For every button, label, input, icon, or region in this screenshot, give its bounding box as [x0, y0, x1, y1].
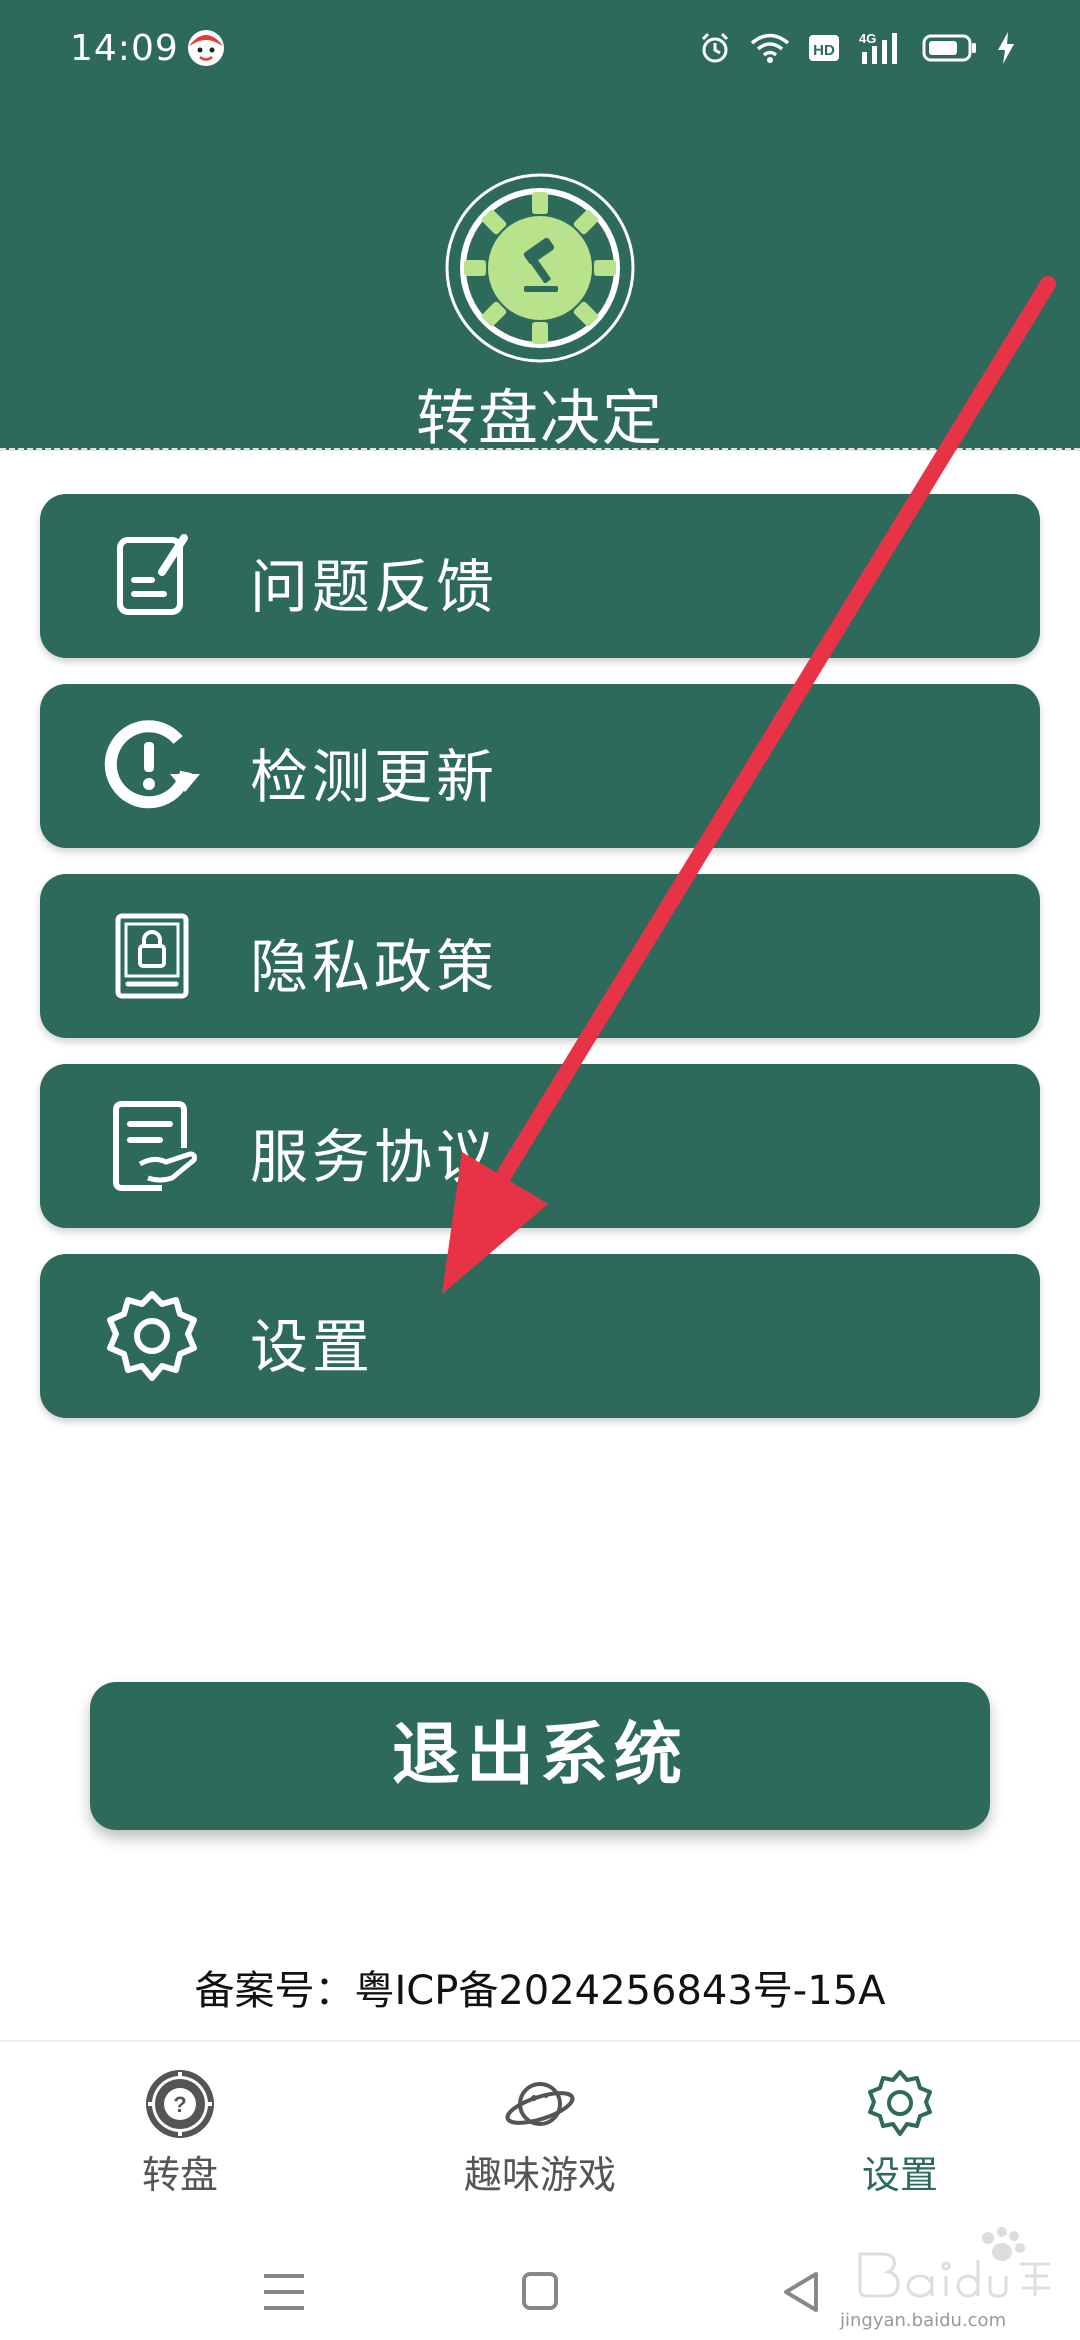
nav-tab-fun-games[interactable]: 趣味游戏	[360, 2042, 720, 2242]
feedback-icon	[100, 524, 204, 628]
privacy-icon	[100, 904, 204, 1008]
menu-item-privacy-policy[interactable]: 隐私政策	[40, 874, 1040, 1038]
back-triangle-icon[interactable]	[772, 2270, 832, 2314]
gear-icon	[864, 2068, 936, 2140]
nav-tab-wheel[interactable]: ? 转盘	[0, 2042, 360, 2242]
battery-icon	[922, 33, 978, 63]
baidu-watermark-logo	[850, 2224, 1060, 2304]
alarm-icon	[698, 31, 732, 65]
update-icon	[100, 714, 204, 818]
menu-label-service-agreement: 服务协议	[250, 1123, 499, 1191]
menu-item-service-agreement[interactable]: 服务协议	[40, 1064, 1040, 1228]
logout-button[interactable]: 退出系统	[90, 1682, 990, 1830]
menu-label-check-update: 检测更新	[250, 743, 499, 811]
nav-label-settings: 设置	[861, 2153, 938, 2197]
wheel-icon: ?	[144, 2068, 216, 2140]
icp-record-text: 备案号：粤ICP备2024256843号-15A	[194, 1968, 886, 2014]
status-bar: 14:09 HD 4G	[0, 0, 1080, 96]
app-logo	[444, 172, 636, 364]
settings-icon	[100, 1284, 204, 1388]
status-icons: HD 4G	[698, 26, 1016, 70]
svg-text:?: ?	[173, 2092, 186, 2117]
nav-tab-settings[interactable]: 设置	[720, 2042, 1080, 2242]
signal-4g-icon: 4G	[858, 30, 904, 66]
home-square-icon[interactable]	[510, 2270, 570, 2314]
menu-lines-icon[interactable]	[254, 2270, 314, 2314]
menu-item-feedback[interactable]: 问题反馈	[40, 494, 1040, 658]
menu-item-check-update[interactable]: 检测更新	[40, 684, 1040, 848]
menu-label-settings: 设置	[250, 1313, 375, 1381]
nav-label-wheel: 转盘	[141, 2153, 218, 2197]
app-title: 转盘决定	[416, 384, 664, 454]
planet-icon	[504, 2068, 576, 2140]
watermark-text: jingyan.baidu.com	[840, 2310, 1007, 2331]
svg-text:HD: HD	[813, 42, 835, 59]
wifi-icon	[750, 32, 790, 64]
avatar-icon	[186, 28, 226, 68]
status-time: 14:09	[70, 28, 179, 69]
hd-icon: HD	[808, 32, 840, 64]
bottom-navigation: ? 转盘 趣味游戏 设置	[0, 2040, 1080, 2242]
menu-item-settings[interactable]: 设置	[40, 1254, 1040, 1418]
nav-label-fun-games: 趣味游戏	[463, 2153, 616, 2197]
charging-icon	[996, 31, 1016, 65]
svg-text:4G: 4G	[859, 31, 876, 46]
agreement-icon	[100, 1094, 204, 1198]
menu-label-privacy-policy: 隐私政策	[250, 933, 499, 1001]
menu-label-feedback: 问题反馈	[250, 553, 499, 621]
